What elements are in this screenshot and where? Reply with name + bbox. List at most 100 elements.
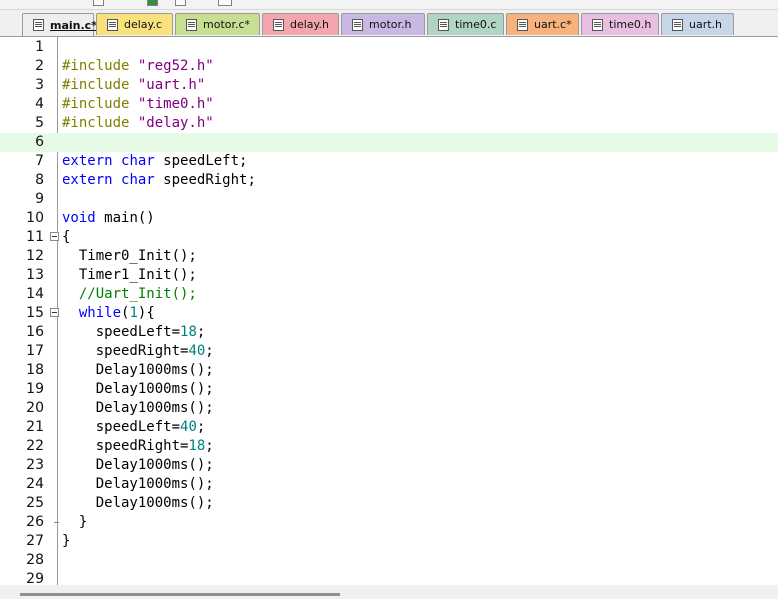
code-line[interactable]: 26 } [0, 513, 778, 532]
line-number: 10 [26, 210, 44, 226]
toolbar-build-icon[interactable] [147, 0, 158, 6]
code-line[interactable]: 23 Delay1000ms(); [0, 456, 778, 475]
fold-collapse-icon[interactable] [50, 308, 59, 317]
code-line[interactable]: 17 speedRight=40; [0, 342, 778, 361]
line-number: 12 [26, 248, 44, 264]
code-token: } [62, 533, 71, 549]
file-icon [438, 18, 449, 31]
code-editor[interactable]: 1 2 #include "reg52.h" 3 #include "uart.h" 4 #… [0, 37, 778, 587]
line-number: 19 [26, 381, 44, 397]
line-number: 26 [26, 514, 44, 530]
code-text: Delay1000ms(); [62, 456, 214, 475]
code-line[interactable]: 4 #include "time0.h" [0, 95, 778, 114]
code-line[interactable]: 22 speedRight=18; [0, 437, 778, 456]
line-number: 8 [35, 172, 44, 188]
code-line[interactable]: 9 [0, 190, 778, 209]
tab-label: delay.h [290, 18, 329, 31]
code-token: ){ [137, 305, 155, 321]
code-token: speedLeft= [62, 324, 181, 340]
code-line[interactable]: 5 #include "delay.h" [0, 114, 778, 133]
tab-label: motor.h [369, 18, 412, 31]
tab-uart-c[interactable]: uart.c* [506, 13, 579, 35]
code-token: ; [205, 343, 214, 359]
code-line[interactable]: 12 Timer0_Init(); [0, 247, 778, 266]
code-token: Timer0_Init(); [62, 248, 197, 264]
code-line[interactable]: 6 [0, 133, 778, 152]
code-line[interactable]: 25 Delay1000ms(); [0, 494, 778, 513]
code-text: speedLeft=18; [62, 323, 206, 342]
code-text: //Uart_Init(); [62, 285, 197, 304]
code-token: } [62, 514, 88, 530]
code-token: Delay1000ms(); [62, 362, 214, 378]
code-line[interactable]: 20 Delay1000ms(); [0, 399, 778, 418]
code-token: char [121, 153, 164, 169]
code-line[interactable]: 10 void main() [0, 209, 778, 228]
code-line[interactable]: 13 Timer1_Init(); [0, 266, 778, 285]
code-token: 1 [129, 305, 138, 321]
code-token: 40 [188, 343, 206, 359]
tab-time0-h[interactable]: time0.h [581, 13, 659, 35]
line-number: 18 [26, 362, 44, 378]
code-token: "time0.h" [137, 96, 214, 112]
line-number: 6 [35, 134, 44, 150]
code-token: "uart.h" [137, 77, 206, 93]
code-text: } [62, 532, 70, 551]
code-line[interactable]: 11 { [0, 228, 778, 247]
scrollbar-thumb[interactable] [20, 593, 340, 596]
tab-label: delay.c [124, 18, 163, 31]
line-number: 24 [26, 476, 44, 492]
code-token: ; [205, 438, 214, 454]
file-tab-bar: main.c* delay.c motor.c* delay.h motor.h time… [0, 10, 778, 37]
code-token: Delay1000ms(); [62, 381, 214, 397]
line-number: 4 [35, 96, 44, 112]
code-token: 18 [180, 324, 197, 340]
toolbar-image-icon[interactable] [218, 0, 232, 6]
code-line[interactable]: 8 extern char speedRight; [0, 171, 778, 190]
tab-motor-c[interactable]: motor.c* [175, 13, 260, 35]
tab-delay-c[interactable]: delay.c [96, 13, 173, 35]
line-number: 23 [26, 457, 44, 473]
code-line[interactable]: 24 Delay1000ms(); [0, 475, 778, 494]
toolbar-strip [0, 0, 778, 10]
code-line[interactable]: 21 speedLeft=40; [0, 418, 778, 437]
code-line[interactable]: 7 extern char speedLeft; [0, 152, 778, 171]
code-line[interactable]: 19 Delay1000ms(); [0, 380, 778, 399]
line-number: 3 [35, 77, 44, 93]
horizontal-scrollbar[interactable] [0, 585, 778, 599]
code-line[interactable]: 18 Delay1000ms(); [0, 361, 778, 380]
line-number: 2 [35, 58, 44, 74]
code-token: #include [62, 96, 138, 112]
code-token: void [62, 210, 105, 226]
code-text: #include "delay.h" [62, 114, 214, 133]
line-number: 17 [26, 343, 44, 359]
tab-delay-h[interactable]: delay.h [262, 13, 339, 35]
code-text: #include "uart.h" [62, 76, 205, 95]
code-line[interactable]: 16 speedLeft=18; [0, 323, 778, 342]
fold-collapse-icon[interactable] [50, 232, 59, 241]
code-line[interactable]: 27} [0, 532, 778, 551]
code-line[interactable]: 28 [0, 551, 778, 570]
line-number: 11 [26, 229, 44, 245]
line-number: 16 [26, 324, 44, 340]
line-number: 9 [35, 191, 44, 207]
code-token: Delay1000ms(); [62, 400, 214, 416]
toolbar-checkbox-icon[interactable] [93, 0, 104, 6]
code-token: Delay1000ms(); [62, 476, 214, 492]
code-token: while [78, 305, 122, 321]
code-line[interactable]: 3 #include "uart.h" [0, 76, 778, 95]
code-line[interactable]: 1 [0, 38, 778, 57]
tab-time0-c[interactable]: time0.c [427, 13, 504, 35]
code-line[interactable]: 15 while(1){ [0, 304, 778, 323]
code-token: "reg52.h" [137, 58, 214, 74]
tab-label: motor.c* [203, 18, 251, 31]
line-number: 15 [26, 305, 44, 321]
file-icon [592, 18, 603, 31]
code-line[interactable]: 14 //Uart_Init(); [0, 285, 778, 304]
tab-uart-h[interactable]: uart.h [661, 13, 734, 35]
tab-motor-h[interactable]: motor.h [341, 13, 425, 35]
code-token: Timer1_Init(); [62, 267, 197, 283]
code-line[interactable]: 2 #include "reg52.h" [0, 57, 778, 76]
tab-main-c[interactable]: main.c* [22, 13, 97, 36]
tab-label: main.c* [50, 18, 97, 32]
toolbar-box-icon[interactable] [175, 0, 186, 6]
